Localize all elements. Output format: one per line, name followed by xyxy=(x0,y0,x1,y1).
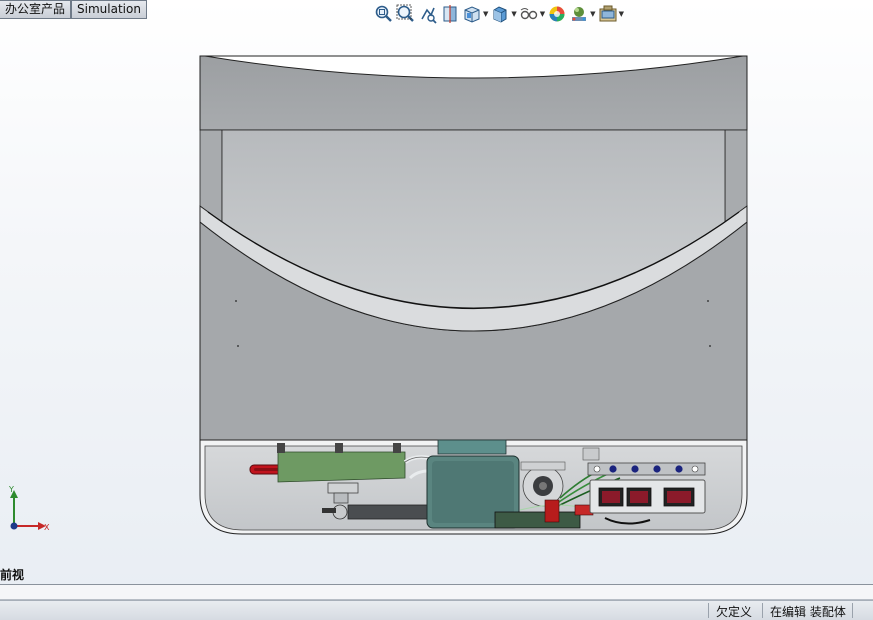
assembly-model[interactable] xyxy=(0,28,873,588)
view-settings-icon[interactable]: ▼ xyxy=(598,3,624,25)
chevron-down-icon[interactable]: ▼ xyxy=(540,10,545,18)
zoom-to-fit-icon[interactable] xyxy=(374,3,394,25)
status-divider xyxy=(852,603,853,618)
chevron-down-icon[interactable]: ▼ xyxy=(590,10,595,18)
apply-scene-icon[interactable]: ▼ xyxy=(569,3,596,25)
triad-y-label: Y xyxy=(8,485,14,494)
zoom-to-area-icon[interactable] xyxy=(396,3,416,25)
view-orientation-label: 前视 xyxy=(0,568,25,582)
command-manager-tabs: 办公室产品 Simulation xyxy=(0,0,147,19)
tab-office-products[interactable]: 办公室产品 xyxy=(0,0,72,19)
status-divider xyxy=(708,603,709,618)
section-view-icon[interactable] xyxy=(440,3,460,25)
chevron-down-icon[interactable]: ▼ xyxy=(511,10,516,18)
reference-triad: Y X xyxy=(4,482,54,532)
triad-x-label: X xyxy=(44,523,50,532)
graphics-area[interactable] xyxy=(0,28,873,588)
status-divider xyxy=(762,603,763,618)
previous-view-icon[interactable] xyxy=(418,3,438,25)
heads-up-view-toolbar: ▼ ▼ ▼ ▼ ▼ xyxy=(374,2,624,26)
display-style-icon[interactable]: ▼ xyxy=(490,3,517,25)
chevron-down-icon[interactable]: ▼ xyxy=(619,10,624,18)
view-orientation-icon[interactable]: ▼ xyxy=(462,3,488,25)
chevron-down-icon[interactable]: ▼ xyxy=(483,10,488,18)
status-editing: 在编辑 装配体 xyxy=(770,605,846,619)
hide-show-items-icon[interactable]: ▼ xyxy=(519,3,545,25)
horizontal-scrollbar[interactable] xyxy=(0,585,873,600)
edit-appearance-icon[interactable] xyxy=(547,3,567,25)
tab-simulation[interactable]: Simulation xyxy=(71,0,147,19)
status-definition: 欠定义 xyxy=(716,605,753,619)
status-bar: 欠定义 在编辑 装配体 xyxy=(0,600,873,620)
